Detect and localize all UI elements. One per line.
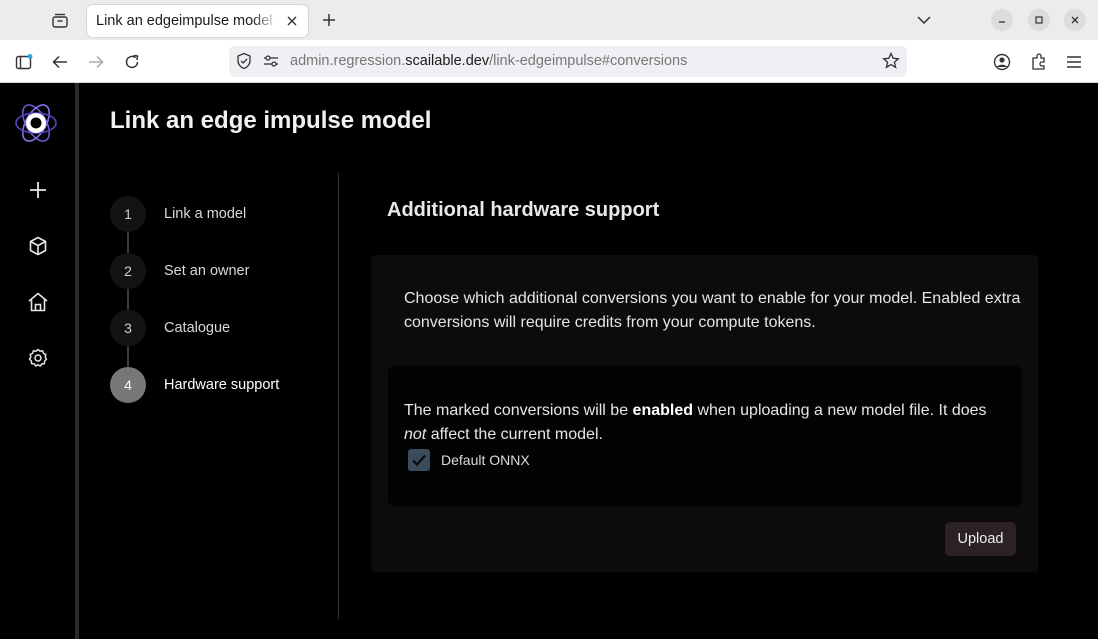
- tab-close-icon[interactable]: [284, 13, 300, 29]
- page-title: Link an edge impulse model: [110, 107, 432, 134]
- step-label: Set an owner: [164, 263, 250, 279]
- step-catalogue[interactable]: 3 Catalogue: [110, 310, 330, 346]
- content-divider: [338, 173, 339, 619]
- default-onnx-option[interactable]: Default ONNX: [408, 449, 530, 471]
- add-icon[interactable]: [24, 176, 52, 204]
- step-number: 2: [110, 253, 146, 289]
- step-label: Catalogue: [164, 320, 231, 336]
- tab-title: Link an edgeimpulse model - Scailable: [96, 13, 279, 29]
- conversions-description: Choose which additional conversions you …: [404, 290, 1021, 331]
- extensions-icon[interactable]: [1027, 50, 1051, 74]
- url-text: admin.regression.scailable.dev/link-edge…: [290, 53, 687, 69]
- step-label-active: Hardware support: [164, 377, 280, 393]
- step-hardware-support[interactable]: 4 Hardware support: [110, 367, 330, 403]
- default-onnx-checkbox[interactable]: [408, 449, 430, 471]
- step-set-an-owner[interactable]: 2 Set an owner: [110, 253, 330, 289]
- models-cube-icon[interactable]: [24, 232, 52, 260]
- reload-icon[interactable]: [120, 50, 144, 74]
- notice-not: not: [404, 426, 427, 443]
- sidebar-divider: [75, 83, 79, 639]
- close-window-icon[interactable]: [1064, 9, 1086, 31]
- section-title: Additional hardware support: [387, 199, 660, 221]
- notice-text: affect the current model.: [426, 426, 603, 443]
- notice-enabled: enabled: [632, 402, 694, 419]
- tab-overview-icon[interactable]: [48, 9, 72, 31]
- browser-nav-bar: admin.regression.scailable.dev/link-edge…: [0, 40, 1098, 83]
- active-tab[interactable]: Link an edgeimpulse model - Scailable: [87, 5, 308, 37]
- notice-text: when uploading a new model file. It does: [693, 402, 987, 419]
- shield-icon[interactable]: [236, 52, 252, 75]
- account-icon[interactable]: [990, 50, 1014, 74]
- step-connector: [127, 289, 129, 310]
- minimize-icon[interactable]: [991, 9, 1013, 31]
- scailable-logo-icon[interactable]: [14, 101, 58, 145]
- browser-tab-bar: Link an edgeimpulse model - Scailable: [0, 0, 1098, 40]
- app-sidebar: [0, 83, 75, 639]
- bookmark-star-icon[interactable]: [882, 51, 900, 75]
- menu-icon[interactable]: [1062, 50, 1086, 74]
- default-onnx-label: Default ONNX: [441, 452, 530, 468]
- step-connector: [127, 346, 129, 367]
- step-number-active: 4: [110, 367, 146, 403]
- url-bar[interactable]: admin.regression.scailable.dev/link-edge…: [229, 46, 907, 77]
- url-host: scailable.dev: [405, 53, 490, 69]
- step-number: 3: [110, 310, 146, 346]
- url-path: /link-edgeimpulse#conversions: [489, 53, 688, 69]
- step-connector: [127, 232, 129, 253]
- settings-gear-icon[interactable]: [24, 344, 52, 372]
- new-tab-icon[interactable]: [318, 9, 340, 31]
- conversions-card: Choose which additional conversions you …: [371, 255, 1038, 572]
- maximize-icon[interactable]: [1028, 9, 1050, 31]
- conversions-panel: The marked conversions will be enabled w…: [388, 366, 1022, 506]
- checkmark-icon: [412, 454, 426, 467]
- site-permissions-icon[interactable]: [263, 54, 279, 73]
- step-link-a-model[interactable]: 1 Link a model: [110, 196, 330, 232]
- notice-text: The marked conversions will be: [404, 402, 633, 419]
- app-root: Link an edge impulse model 1 Link a mode…: [0, 83, 1098, 639]
- back-icon[interactable]: [48, 50, 72, 74]
- url-subdomain: admin.regression.: [290, 53, 406, 69]
- conversions-notice: The marked conversions will be enabled w…: [404, 399, 1004, 447]
- upload-button[interactable]: Upload: [945, 522, 1016, 556]
- forward-icon[interactable]: [84, 50, 108, 74]
- step-label: Link a model: [164, 206, 247, 222]
- step-number: 1: [110, 196, 146, 232]
- sidebar-toggle-icon[interactable]: [12, 50, 36, 74]
- tab-list-chevron-icon[interactable]: [912, 9, 936, 31]
- home-icon[interactable]: [24, 288, 52, 316]
